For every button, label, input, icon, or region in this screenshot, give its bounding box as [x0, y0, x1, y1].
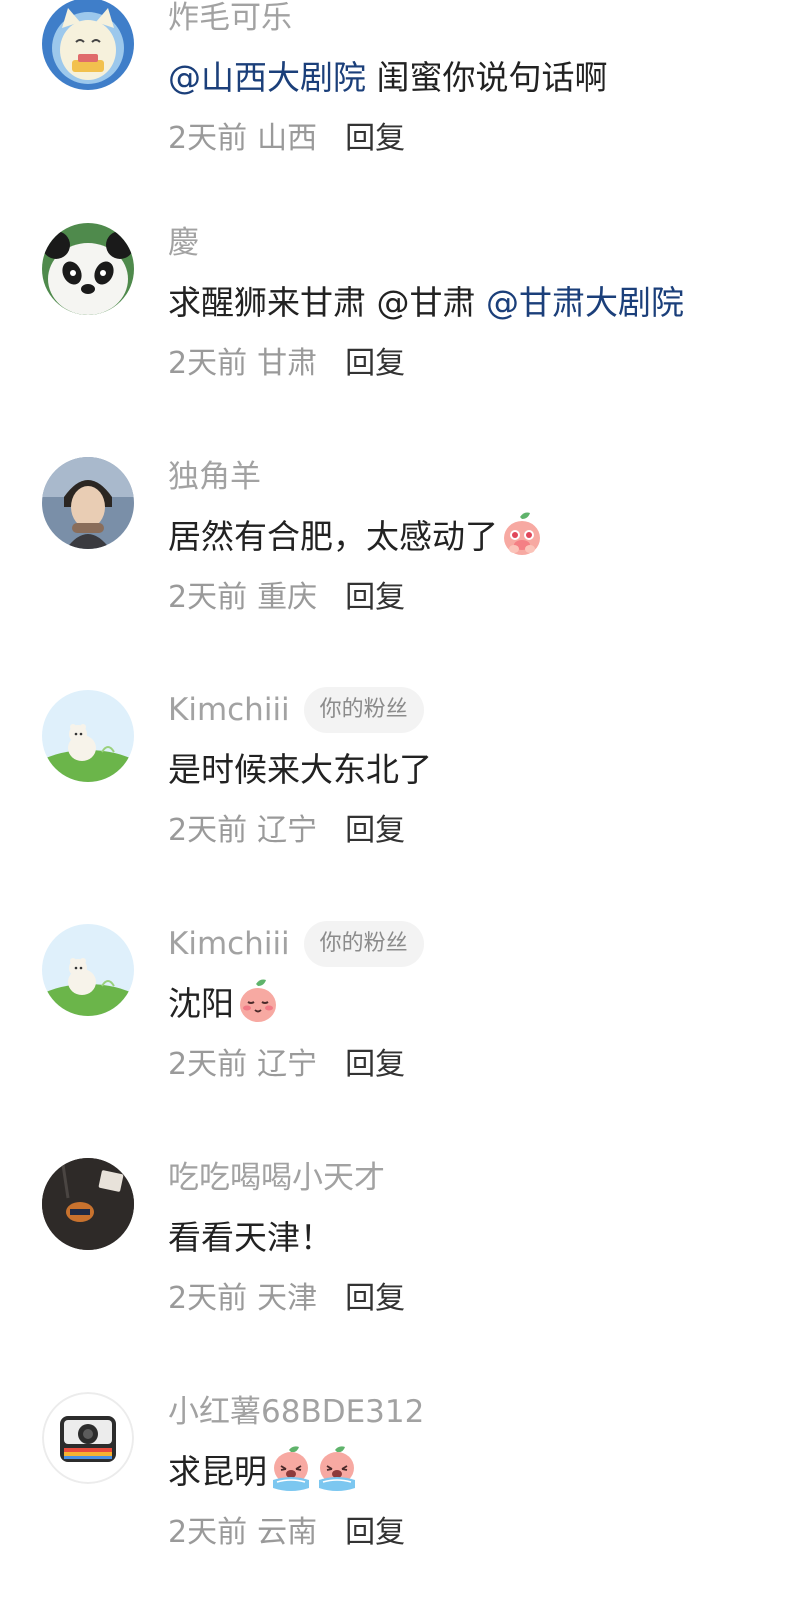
crying-peach-emoji: [315, 1446, 359, 1492]
username[interactable]: 吃吃喝喝小天才: [168, 1154, 385, 1202]
comment-item: 慶求醒狮来甘肃 @甘肃 @甘肃大剧院 2天前 甘肃 回复: [0, 223, 797, 423]
comment-meta: 2天前 甘肃 回复: [168, 337, 405, 383]
comment-meta: 2天前 辽宁 回复: [168, 1038, 405, 1084]
comment-location: 山西: [257, 121, 318, 156]
crying-peach-emoji: [269, 1446, 313, 1492]
username-row: 小红薯68BDE312: [168, 1388, 424, 1436]
username-row: 慶: [168, 219, 199, 267]
username[interactable]: Kimchiii: [168, 920, 290, 968]
cartoon-cat-avatar[interactable]: [42, 0, 134, 90]
touched-peach-emoji: [500, 511, 544, 557]
fan-badge: 你的粉丝: [303, 687, 424, 733]
username[interactable]: 慶: [168, 219, 199, 267]
comment-item: 独角羊 居然有合肥，太感动了 2天前 重庆 回复: [0, 457, 797, 657]
comment-time: 2天前: [168, 346, 248, 381]
comment-text[interactable]: 是时候来大东北了: [168, 742, 432, 792]
reply-button[interactable]: 回复: [345, 1507, 405, 1551]
reply-button[interactable]: 回复: [345, 1273, 405, 1317]
comment-meta: 2天前 云南 回复: [168, 1506, 405, 1552]
comment-time: 2天前: [168, 1515, 248, 1550]
username-row: 吃吃喝喝小天才: [168, 1154, 385, 1202]
username[interactable]: 小红薯68BDE312: [168, 1388, 424, 1436]
comment-text-segment: 沈阳: [168, 984, 234, 1023]
comment-item: 小红薯68BDE312 求昆明 2天前 云南 回复: [0, 1392, 797, 1592]
comment-meta: 2天前 重庆 回复: [168, 571, 405, 617]
username-row: 炸毛可乐: [168, 0, 292, 42]
username[interactable]: 独角羊: [168, 453, 261, 501]
comment-text[interactable]: 求醒狮来甘肃 @甘肃 @甘肃大剧院: [168, 275, 684, 325]
comment-meta: 2天前 天津 回复: [168, 1272, 405, 1318]
reply-button[interactable]: 回复: [345, 113, 405, 157]
comment-time: 2天前: [168, 1281, 248, 1316]
comment-list: 炸毛可乐 @山西大剧院 闺蜜你说句话啊 2天前 山西 回复 慶求醒狮来甘肃 @甘肃 @甘…: [0, 0, 797, 1621]
reply-button[interactable]: 回复: [345, 572, 405, 616]
fan-badge: 你的粉丝: [303, 921, 424, 967]
mention-link[interactable]: @山西大剧院: [168, 51, 366, 99]
dark-shirt-avatar[interactable]: [42, 1158, 134, 1250]
comment-location: 辽宁: [257, 1047, 318, 1082]
comment-text-segment: 求醒狮来甘肃 @甘肃: [168, 283, 486, 322]
comment-text-segment: 居然有合肥，太感动了: [168, 517, 498, 556]
username-row: 独角羊: [168, 453, 261, 501]
username-row: Kimchiii 你的粉丝: [168, 920, 424, 968]
reply-button[interactable]: 回复: [345, 338, 405, 382]
mention-link[interactable]: @甘肃大剧院: [486, 276, 684, 324]
comment-time: 2天前: [168, 121, 248, 156]
comment-location: 云南: [257, 1515, 318, 1550]
comment-text[interactable]: 沈阳: [168, 976, 280, 1026]
comment-time: 2天前: [168, 580, 248, 615]
comment-location: 辽宁: [257, 813, 318, 848]
comment-text-segment: 闺蜜你说句话啊: [366, 58, 608, 97]
comment-text-segment: 是时候来大东北了: [168, 750, 432, 789]
comment-meta: 2天前 辽宁 回复: [168, 804, 405, 850]
comment-item: Kimchiii 你的粉丝是时候来大东北了 2天前 辽宁 回复: [0, 687, 797, 890]
camera-avatar[interactable]: [42, 1392, 134, 1484]
comment-text[interactable]: 看看天津！: [168, 1210, 333, 1260]
shy-peach-emoji: [236, 978, 280, 1024]
reply-button[interactable]: 回复: [345, 1039, 405, 1083]
comment-item: Kimchiii 你的粉丝沈阳 2天前 辽宁 回复: [0, 921, 797, 1124]
reply-button[interactable]: 回复: [345, 805, 405, 849]
comment-item: 炸毛可乐 @山西大剧院 闺蜜你说句话啊 2天前 山西 回复: [0, 0, 797, 198]
comment-location: 天津: [257, 1281, 318, 1316]
panda-avatar[interactable]: [42, 223, 134, 315]
comment-meta: 2天前 山西 回复: [168, 112, 405, 158]
username-row: Kimchiii 你的粉丝: [168, 686, 424, 734]
person-photo-avatar[interactable]: [42, 457, 134, 549]
comment-time: 2天前: [168, 813, 248, 848]
bear-on-hill-avatar[interactable]: [42, 924, 134, 1016]
comment-text[interactable]: 求昆明: [168, 1444, 359, 1494]
comment-item: 吃吃喝喝小天才 看看天津！ 2天前 天津 回复: [0, 1158, 797, 1358]
username[interactable]: Kimchiii: [168, 686, 290, 734]
comment-location: 甘肃: [257, 346, 318, 381]
username[interactable]: 炸毛可乐: [168, 0, 292, 42]
comment-text[interactable]: 居然有合肥，太感动了: [168, 509, 544, 559]
comment-text-segment: 看看天津！: [168, 1218, 333, 1257]
comment-time: 2天前: [168, 1047, 248, 1082]
comment-text-segment: 求昆明: [168, 1452, 267, 1491]
comment-text[interactable]: @山西大剧院 闺蜜你说句话啊: [168, 50, 608, 100]
comment-location: 重庆: [257, 580, 318, 615]
bear-on-hill-avatar[interactable]: [42, 690, 134, 782]
